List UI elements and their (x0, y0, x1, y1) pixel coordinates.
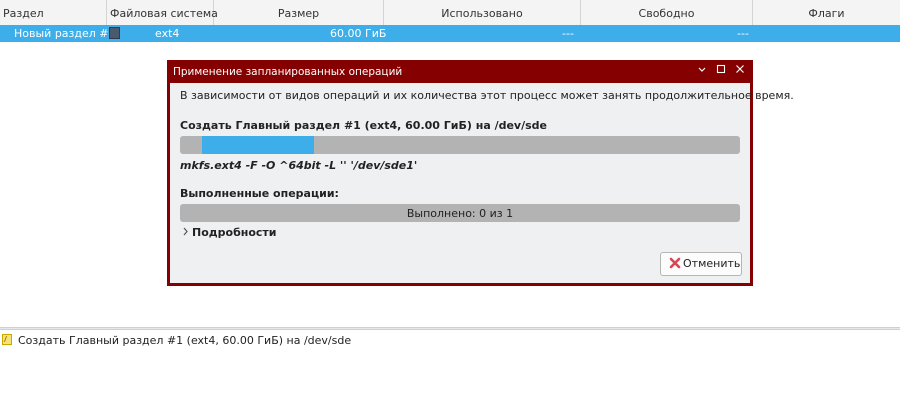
details-label: Подробности (192, 226, 277, 239)
maximize-icon[interactable] (713, 63, 729, 79)
current-command: mkfs.ext4 -F -O ^64bit -L '' '/dev/sde1' (180, 159, 418, 172)
column-header-used[interactable]: Использовано (384, 0, 581, 25)
cancel-label: Отменить (683, 257, 741, 270)
close-icon[interactable] (732, 63, 748, 79)
partition-name: Новый раздел #1 (14, 27, 116, 40)
cancel-button[interactable]: Отменить (660, 252, 742, 276)
partition-table-header: Раздел Файловая система Размер Использов… (0, 0, 900, 26)
dialog-titlebar[interactable]: Применение запланированных операций (167, 60, 753, 83)
pending-operation-label: Создать Главный раздел #1 (ext4, 60.00 Г… (18, 334, 352, 347)
partition-size: 60.00 ГиБ (330, 27, 387, 40)
dialog-description: В зависимости от видов операций и их кол… (180, 89, 794, 102)
completed-operations-label: Выполненные операции: (180, 187, 339, 200)
operation-progress-fill (202, 136, 315, 154)
filesystem-color-icon (109, 27, 120, 39)
current-operation-label: Создать Главный раздел #1 (ext4, 60.00 Г… (180, 119, 548, 132)
cancel-icon (669, 255, 681, 269)
column-header-filesystem[interactable]: Файловая система (107, 0, 218, 25)
partition-filesystem: ext4 (155, 27, 180, 40)
pending-operation-icon (2, 334, 12, 345)
partition-free: --- (737, 27, 749, 40)
apply-operations-dialog: Применение запланированных операций В за… (167, 60, 794, 286)
chevron-right-icon (182, 226, 192, 239)
column-header-flags[interactable]: Флаги (753, 0, 900, 25)
partition-used: --- (562, 27, 574, 40)
column-header-free[interactable]: Свободно (581, 0, 753, 25)
column-header-partition[interactable]: Раздел (0, 0, 107, 25)
dialog-content: В зависимости от видов операций и их кол… (170, 83, 794, 283)
minimize-icon[interactable] (694, 63, 710, 79)
table-row[interactable]: Новый раздел #1 ext4 60.00 ГиБ --- --- (0, 25, 900, 42)
pane-divider[interactable] (0, 327, 900, 330)
column-header-size[interactable]: Размер (214, 0, 384, 25)
completed-operations-progress: Выполнено: 0 из 1 (180, 204, 740, 222)
list-item[interactable]: Создать Главный раздел #1 (ext4, 60.00 Г… (2, 334, 351, 348)
details-expander[interactable]: Подробности (182, 226, 277, 239)
operation-progress-bar (180, 136, 740, 154)
dialog-title: Применение запланированных операций (173, 66, 403, 78)
